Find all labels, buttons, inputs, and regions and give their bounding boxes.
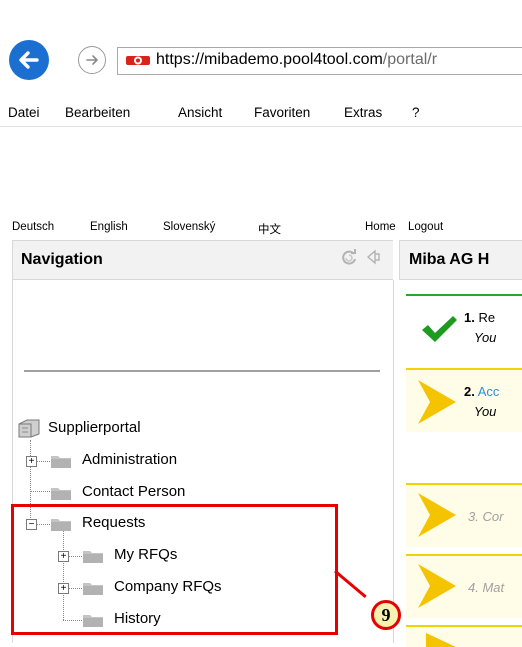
step-1-label: Re	[478, 310, 496, 325]
back-arrow-icon	[19, 51, 39, 69]
annotation-highlight-box	[11, 504, 338, 635]
step-arrow-icon	[426, 633, 456, 647]
menu-help[interactable]: ?	[412, 105, 420, 120]
checkmark-icon	[422, 316, 457, 342]
logout-link[interactable]: Logout	[408, 221, 443, 233]
expand-administration-toggle[interactable]: +	[26, 456, 37, 467]
step-1[interactable]: 1. Re You	[406, 294, 522, 358]
navigation-header: Navigation	[12, 240, 393, 280]
lang-english[interactable]: English	[90, 221, 128, 233]
back-button[interactable]	[9, 40, 49, 80]
step-2-label[interactable]: Acc	[478, 384, 500, 399]
lang-chinese[interactable]: 中文	[258, 221, 281, 237]
folder-icon	[51, 456, 71, 468]
workflow-steps: 1. Re You 2. Acc You 3. Cor 4. Mat	[399, 280, 522, 647]
refresh-icon[interactable]	[339, 248, 359, 268]
step-1-sub: You	[474, 330, 497, 345]
menu-bar: Datei Bearbeiten Ansicht Favoriten Extra…	[0, 98, 522, 127]
address-bar[interactable]: https://mibademo.pool4tool.com/portal/r	[117, 47, 522, 75]
menu-bearbeiten[interactable]: Bearbeiten	[65, 105, 130, 120]
menu-ansicht[interactable]: Ansicht	[178, 105, 222, 120]
step-2[interactable]: 2. Acc You	[406, 368, 522, 432]
menu-favoriten[interactable]: Favoriten	[254, 105, 310, 120]
step-arrow-icon	[418, 380, 456, 424]
nav-divider	[24, 370, 380, 372]
cabinet-icon	[18, 419, 40, 438]
annotation-badge: 9	[371, 600, 401, 630]
folder-icon	[51, 488, 71, 500]
forward-arrow-icon	[86, 55, 98, 65]
address-url: https://mibademo.pool4tool.com/portal/r	[156, 51, 438, 68]
step-2-sub: You	[474, 404, 497, 419]
menu-extras[interactable]: Extras	[344, 105, 382, 120]
step-arrow-icon	[418, 493, 456, 537]
navigation-title: Navigation	[21, 251, 103, 268]
step-3[interactable]: 3. Cor	[406, 483, 522, 547]
step-5	[406, 625, 522, 647]
home-link[interactable]: Home	[365, 221, 396, 233]
step-4-label: 4. Mat	[468, 580, 505, 595]
lang-deutsch[interactable]: Deutsch	[12, 221, 54, 233]
main-header: Miba AG H	[399, 240, 522, 280]
main-title: Miba AG H	[409, 251, 490, 268]
step-arrow-icon	[418, 564, 456, 608]
tree-root-supplierportal[interactable]: Supplierportal	[48, 419, 141, 436]
step-3-label: 3. Cor	[468, 509, 504, 524]
forward-button[interactable]	[78, 46, 106, 74]
collapse-panel-icon[interactable]	[365, 249, 381, 265]
tree-item-contact-person[interactable]: Contact Person	[82, 483, 185, 500]
lang-slovensky[interactable]: Slovenský	[163, 221, 215, 233]
tree-guide	[30, 491, 50, 492]
menu-datei[interactable]: Datei	[8, 105, 40, 120]
step-4[interactable]: 4. Mat	[406, 554, 522, 618]
tree-item-administration[interactable]: Administration	[82, 451, 177, 468]
certificate-icon	[126, 56, 150, 65]
tree-guide	[36, 461, 50, 462]
